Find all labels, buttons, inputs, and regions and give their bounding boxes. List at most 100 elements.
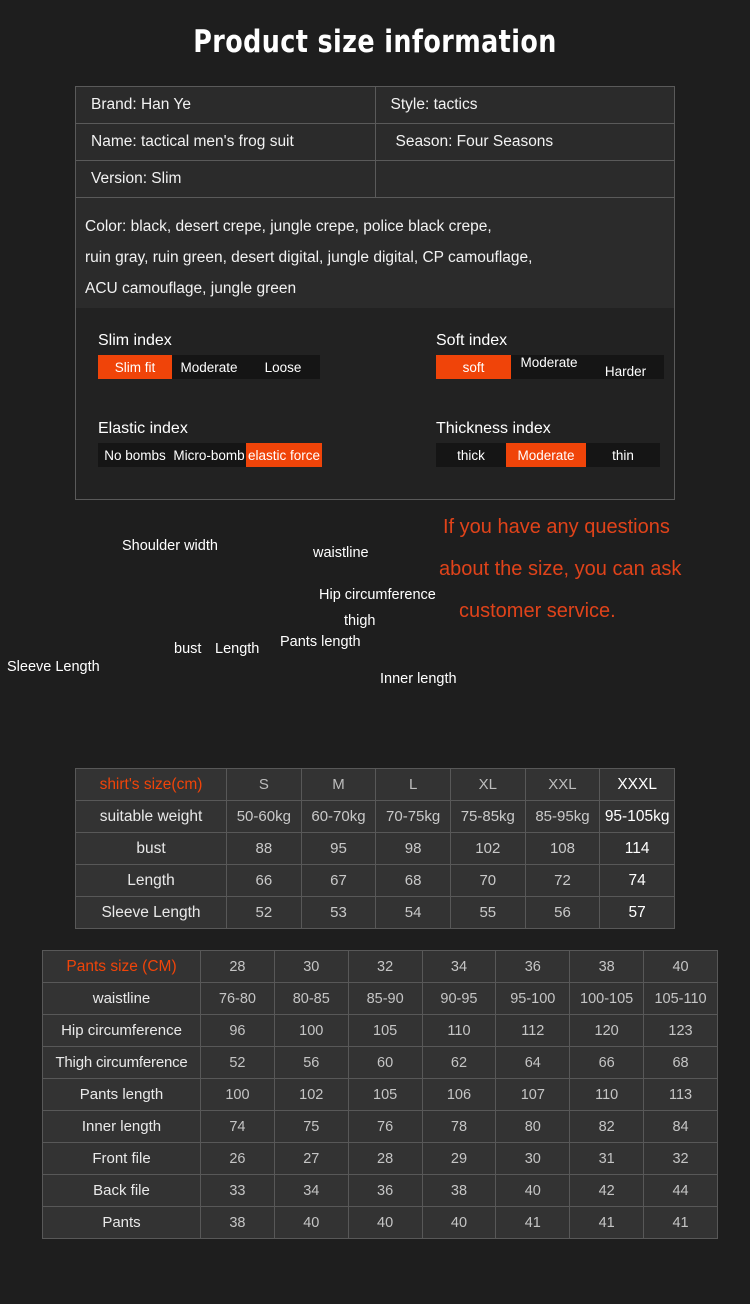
table-cell: 108 <box>524 832 601 865</box>
table-cell: 31 <box>569 1142 645 1175</box>
table-cell: 29 <box>421 1142 497 1175</box>
table-row: Sleeve Length 52 53 54 55 56 57 <box>75 896 675 929</box>
note-line-1: If you have any questions <box>443 516 670 538</box>
table-cell: 27 <box>273 1142 349 1175</box>
table-cell: 102 <box>449 832 526 865</box>
info-brand: Brand: Han Ye <box>75 86 376 124</box>
table-row: Name: tactical men's frog suit Season: F… <box>75 123 675 161</box>
shirt-col-s: S <box>226 768 302 801</box>
table-row: Hip circumference 96 100 105 110 112 120… <box>42 1014 718 1047</box>
elastic-index-title: Elastic index <box>98 420 188 437</box>
elastic-seg-no-bombs[interactable]: No bombs <box>98 443 172 467</box>
table-cell: 76-80 <box>200 982 275 1015</box>
note-line-2: about the size, you can ask <box>439 558 682 580</box>
table-row: Back file 33 34 36 38 40 42 44 <box>42 1174 718 1207</box>
shirt-row-label: bust <box>75 832 227 865</box>
table-cell: 53 <box>300 896 377 929</box>
index-panel: Slim index Slim fit Moderate Loose Soft … <box>75 308 675 500</box>
pants-row-label: Front file <box>42 1142 201 1175</box>
table-cell: 40 <box>347 1206 423 1239</box>
soft-seg-moderate[interactable]: Moderate <box>511 355 587 379</box>
table-cell: 42 <box>569 1174 645 1207</box>
shirt-col-xl: XL <box>449 768 526 801</box>
table-cell: 80-85 <box>273 982 349 1015</box>
table-cell: 84 <box>643 1110 718 1143</box>
table-cell: 113 <box>643 1078 718 1111</box>
shirt-col-m: M <box>300 768 377 801</box>
thickness-seg-thin[interactable]: thin <box>586 443 660 467</box>
soft-seg-harder[interactable]: Harder <box>587 355 664 379</box>
soft-seg-soft[interactable]: soft <box>436 355 511 379</box>
slim-index-bar: Slim fit Moderate Loose <box>98 355 320 379</box>
table-cell: 82 <box>569 1110 645 1143</box>
table-cell: 100 <box>200 1078 275 1111</box>
table-row: Pants size (CM) 28 30 32 34 36 38 40 <box>42 950 718 983</box>
label-shoulder-width: Shoulder width <box>122 538 218 554</box>
thickness-seg-thick[interactable]: thick <box>436 443 506 467</box>
pants-col-34: 34 <box>421 950 497 983</box>
table-cell: 57 <box>599 896 675 929</box>
label-sleeve-length: Sleeve Length <box>7 659 100 675</box>
elastic-index-block: Elastic index No bombs Micro-bomb elasti… <box>98 420 322 467</box>
product-info-table: Brand: Han Ye Style: tactics Name: tacti… <box>75 86 675 321</box>
info-style: Style: tactics <box>374 86 675 124</box>
table-cell: 34 <box>273 1174 349 1207</box>
slim-seg-loose[interactable]: Loose <box>246 355 320 379</box>
elastic-seg-elastic-force[interactable]: elastic force <box>246 443 322 467</box>
measurement-diagram-area: Shoulder width Sleeve Length bust Length… <box>0 500 750 750</box>
table-cell: 38 <box>200 1206 275 1239</box>
table-cell: 95-105kg <box>599 800 675 833</box>
table-cell: 60-70kg <box>300 800 377 833</box>
soft-index-bar: soft Moderate Harder <box>436 355 664 379</box>
table-cell: 105 <box>347 1014 423 1047</box>
info-empty-cell <box>374 160 675 198</box>
table-cell: 36 <box>347 1174 423 1207</box>
table-cell: 107 <box>495 1078 571 1111</box>
table-cell: 75 <box>273 1110 349 1143</box>
table-cell: 40 <box>421 1206 497 1239</box>
table-row: Color: black, desert crepe, jungle crepe… <box>75 197 675 321</box>
table-cell: 55 <box>449 896 526 929</box>
table-cell: 95 <box>300 832 377 865</box>
table-cell: 40 <box>273 1206 349 1239</box>
table-row: shirt's size(cm) S M L XL XXL XXXL <box>75 768 675 801</box>
elastic-seg-micro-bomb[interactable]: Micro-bomb <box>172 443 246 467</box>
table-cell: 114 <box>599 832 675 865</box>
slim-seg-moderate[interactable]: Moderate <box>172 355 246 379</box>
pants-row-label: Pants <box>42 1206 201 1239</box>
pants-row-label: waistline <box>42 982 201 1015</box>
table-cell: 60 <box>347 1046 423 1079</box>
table-cell: 52 <box>226 896 302 929</box>
pants-row-label: Pants length <box>42 1078 201 1111</box>
slim-seg-slim-fit[interactable]: Slim fit <box>98 355 172 379</box>
table-cell: 85-90 <box>347 982 423 1015</box>
thickness-seg-moderate[interactable]: Moderate <box>506 443 586 467</box>
table-cell: 28 <box>347 1142 423 1175</box>
label-length: Length <box>215 641 260 657</box>
table-cell: 106 <box>421 1078 497 1111</box>
table-cell: 33 <box>200 1174 275 1207</box>
label-inner-length: Inner length <box>380 671 457 687</box>
table-cell: 100-105 <box>569 982 645 1015</box>
table-cell: 30 <box>495 1142 571 1175</box>
shirt-row-label: Sleeve Length <box>75 896 227 929</box>
table-cell: 70-75kg <box>375 800 451 833</box>
table-row: Thigh circumference 52 56 60 62 64 66 68 <box>42 1046 718 1079</box>
table-cell: 85-95kg <box>524 800 601 833</box>
table-row: Pants 38 40 40 40 41 41 41 <box>42 1206 718 1239</box>
table-cell: 100 <box>273 1014 349 1047</box>
table-cell: 56 <box>273 1046 349 1079</box>
elastic-index-bar: No bombs Micro-bomb elastic force <box>98 443 322 467</box>
table-cell: 98 <box>375 832 451 865</box>
pants-col-30: 30 <box>273 950 349 983</box>
shirt-row-label: suitable weight <box>75 800 227 833</box>
table-cell: 75-85kg <box>449 800 526 833</box>
shirt-col-xxxl: XXXL <box>599 768 675 801</box>
table-cell: 105 <box>347 1078 423 1111</box>
shirt-size-table: shirt's size(cm) S M L XL XXL XXXL suita… <box>75 768 675 929</box>
table-cell: 62 <box>421 1046 497 1079</box>
table-row: Pants length 100 102 105 106 107 110 113 <box>42 1078 718 1111</box>
table-cell: 54 <box>375 896 451 929</box>
table-cell: 105-110 <box>643 982 718 1015</box>
table-cell: 95-100 <box>495 982 571 1015</box>
